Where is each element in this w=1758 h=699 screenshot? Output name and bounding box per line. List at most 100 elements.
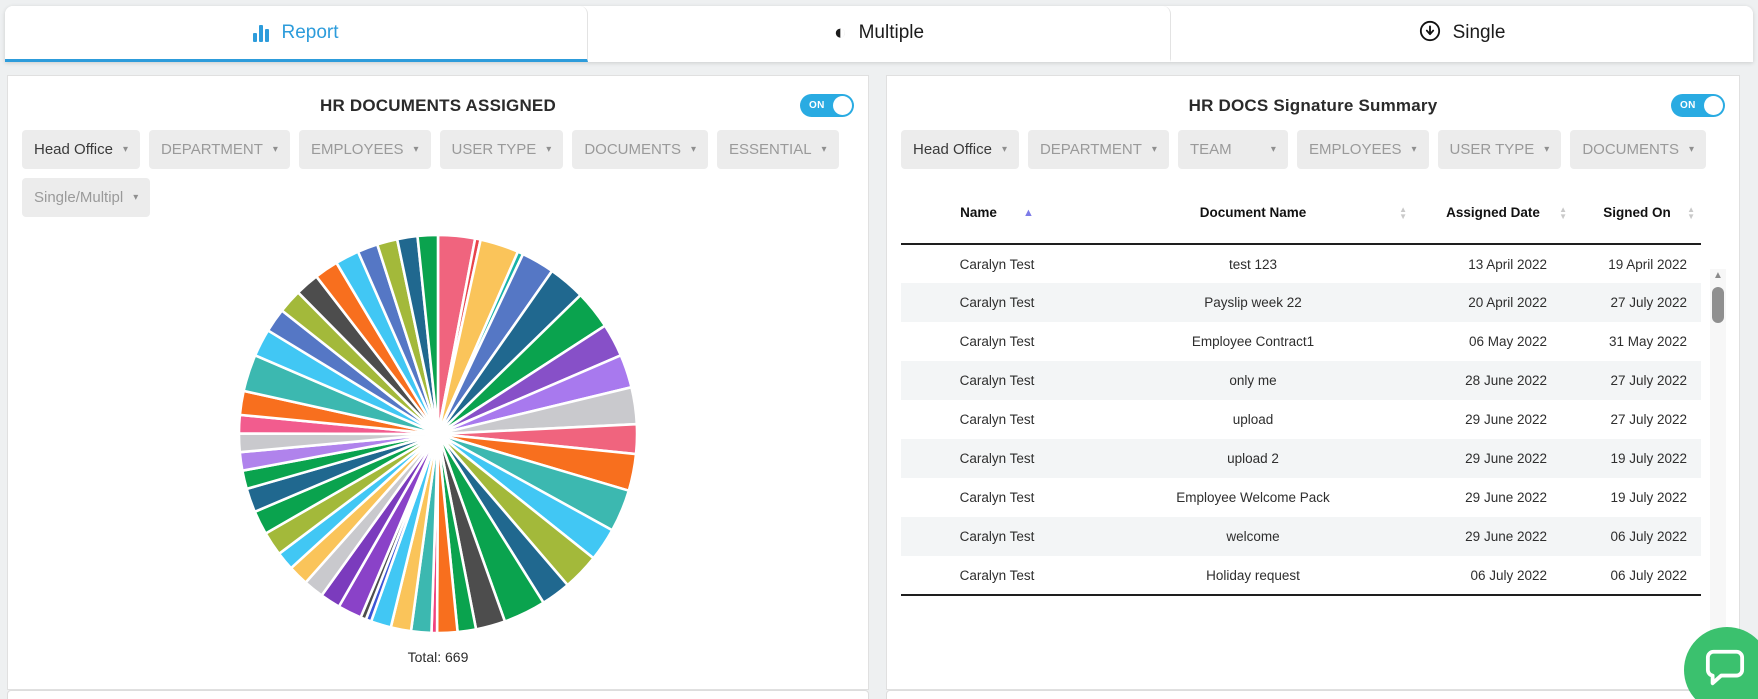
chevron-down-icon: ▾ bbox=[821, 144, 827, 155]
hr-documents-assigned-panel: HR DOCUMENTS ASSIGNED ON Head Office ▾ DEP… bbox=[7, 75, 869, 690]
signature-table: Name ▲ Document Name ▲ ▼ Assigned Date ▲ ▼ bbox=[901, 183, 1701, 596]
cell-document: upload bbox=[1232, 412, 1274, 427]
filter-dropdown-user-type[interactable]: USER TYPE ▾ bbox=[1437, 130, 1562, 169]
cell-name: Caralyn Test bbox=[959, 529, 1035, 544]
chat-bubble-icon bbox=[1705, 649, 1745, 686]
table-row: Caralyn Test only me 28 June 2022 27 July 2… bbox=[901, 361, 1701, 400]
chevron-down-icon: ▾ bbox=[1688, 144, 1695, 155]
table-row: Caralyn Test Holiday request 06 July 2022 0… bbox=[901, 556, 1701, 596]
tab-multiple[interactable]: ◐ Multiple bbox=[588, 6, 1171, 62]
tab-multiple-label: Multiple bbox=[858, 21, 925, 43]
cell-signed: 27 July 2022 bbox=[1610, 295, 1687, 310]
column-header-name[interactable]: Name ▲ bbox=[901, 183, 1093, 245]
cell-assigned: 29 June 2022 bbox=[1465, 412, 1547, 427]
column-header-document-name[interactable]: Document Name ▲ ▼ bbox=[1093, 183, 1413, 245]
sort-toggle-icon[interactable]: ▲ ▼ bbox=[1687, 206, 1695, 221]
cell-name: Caralyn Test bbox=[959, 412, 1035, 427]
chevron-down-icon: ▾ bbox=[413, 144, 419, 155]
filter-label: DEPARTMENT bbox=[1039, 141, 1142, 158]
cell-assigned: 13 April 2022 bbox=[1468, 256, 1547, 272]
filter-dropdown-essential[interactable]: ESSENTIAL ▾ bbox=[717, 130, 839, 169]
panels-row: HR DOCUMENTS ASSIGNED ON Head Office ▾ DEP… bbox=[0, 75, 1758, 690]
left-toggle-on-label: ON bbox=[809, 100, 825, 111]
chevron-down-icon: ▾ bbox=[122, 144, 128, 155]
chevron-down-icon: ▾ bbox=[133, 192, 139, 203]
sort-ascending-icon[interactable]: ▲ bbox=[1023, 205, 1034, 222]
tab-single[interactable]: Single bbox=[1171, 6, 1753, 62]
filter-dropdown-employees[interactable]: EMPLOYEES ▾ bbox=[298, 130, 431, 169]
filter-dropdown-department[interactable]: DEPARTMENT ▾ bbox=[148, 130, 290, 169]
cell-signed: 19 April 2022 bbox=[1608, 256, 1687, 272]
filter-dropdown-department[interactable]: DEPARTMENT ▾ bbox=[1027, 130, 1169, 169]
filter-label: DOCUMENTS bbox=[1582, 141, 1679, 158]
column-label-document-name: Document Name bbox=[1199, 204, 1307, 220]
left-panel-title: HR DOCUMENTS ASSIGNED bbox=[320, 96, 556, 115]
chevron-down-icon: ▾ bbox=[1151, 144, 1157, 155]
cell-signed: 27 July 2022 bbox=[1610, 412, 1687, 427]
chevron-down-icon: ▾ bbox=[1001, 144, 1007, 155]
cell-signed: 19 July 2022 bbox=[1610, 451, 1687, 466]
filter-dropdown-head-office[interactable]: Head Office ▾ bbox=[22, 130, 140, 169]
cell-assigned: 29 June 2022 bbox=[1465, 451, 1547, 466]
hr-documents-pie-chart bbox=[237, 233, 639, 635]
next-card-left-edge bbox=[7, 690, 869, 699]
cell-document: Employee Contract1 bbox=[1191, 334, 1315, 349]
cell-signed: 31 May 2022 bbox=[1608, 334, 1687, 349]
cell-document: Holiday request bbox=[1093, 556, 1413, 596]
filter-label: USER TYPE bbox=[451, 141, 537, 158]
tab-report[interactable]: Report bbox=[5, 6, 588, 62]
cell-document: only me bbox=[1229, 373, 1277, 388]
table-row: Caralyn Test Payslip week 22 20 April 2022… bbox=[901, 283, 1701, 322]
filter-label: TEAM bbox=[1189, 141, 1232, 158]
cell-assigned: 29 June 2022 bbox=[1465, 529, 1547, 544]
filter-dropdown-documents[interactable]: DOCUMENTS ▾ bbox=[572, 130, 709, 169]
cell-name: Caralyn Test bbox=[959, 451, 1035, 466]
next-card-right-edge bbox=[886, 690, 1740, 699]
left-panel-toggle[interactable]: ON bbox=[800, 94, 854, 117]
pie-chart-wrap bbox=[8, 225, 868, 643]
table-row: Caralyn Test welcome 29 June 2022 06 July 2… bbox=[901, 517, 1701, 556]
sort-toggle-icon[interactable]: ▲ ▼ bbox=[1559, 206, 1567, 221]
table-scrollbar[interactable]: ▲ ▼ bbox=[1710, 269, 1726, 661]
column-header-signed-on[interactable]: Signed On ▲ ▼ bbox=[1573, 183, 1701, 245]
filter-dropdown-user-type[interactable]: USER TYPE ▾ bbox=[439, 130, 564, 169]
cell-signed: 06 July 2022 bbox=[1573, 556, 1701, 596]
scroll-up-arrow-icon[interactable]: ▲ bbox=[1710, 269, 1726, 283]
right-toggle-knob bbox=[1704, 96, 1723, 115]
cell-signed: 27 July 2022 bbox=[1610, 373, 1687, 388]
sort-toggle-icon[interactable]: ▲ ▼ bbox=[1399, 206, 1407, 221]
chevron-down-icon: ▾ bbox=[1411, 144, 1417, 155]
filter-dropdown-head-office[interactable]: Head Office ▾ bbox=[901, 130, 1019, 169]
left-panel-filters: Head Office ▾ DEPARTMENT ▾ EMPLOYEES ▾ USER TY… bbox=[8, 122, 868, 217]
cell-name: Caralyn Test bbox=[959, 295, 1035, 310]
hr-docs-signature-summary-panel: HR DOCS Signature Summary ON Head Office… bbox=[886, 75, 1740, 690]
filter-dropdown-documents[interactable]: DOCUMENTS ▾ bbox=[1570, 130, 1707, 169]
right-toggle-on-label: ON bbox=[1680, 100, 1696, 111]
left-panel-header: HR DOCUMENTS ASSIGNED ON bbox=[8, 76, 868, 122]
filter-label: Head Office bbox=[34, 141, 113, 158]
table-row: Caralyn Test test 123 13 April 2022 19 Apri… bbox=[901, 244, 1701, 283]
column-header-assigned-date[interactable]: Assigned Date ▲ ▼ bbox=[1413, 183, 1573, 245]
filter-label: Head Office bbox=[913, 141, 992, 158]
column-label-assigned-date: Assigned Date bbox=[1446, 204, 1540, 220]
cell-assigned: 29 June 2022 bbox=[1465, 490, 1547, 505]
cell-signed: 19 July 2022 bbox=[1610, 490, 1687, 505]
cell-document: Employee Welcome Pack bbox=[1176, 490, 1330, 505]
filter-dropdown-team[interactable]: TEAM ▾ bbox=[1177, 130, 1288, 169]
scrollbar-thumb[interactable] bbox=[1712, 287, 1724, 323]
cell-signed: 06 July 2022 bbox=[1610, 529, 1687, 544]
cell-name: Caralyn Test bbox=[959, 490, 1035, 505]
cell-assigned: 20 April 2022 bbox=[1468, 295, 1547, 310]
cell-name: Caralyn Test bbox=[959, 256, 1035, 272]
filter-label: USER TYPE bbox=[1449, 141, 1535, 158]
bar-chart-icon bbox=[253, 24, 270, 42]
filter-label: DOCUMENTS bbox=[584, 141, 681, 158]
filter-dropdown-single-multipl[interactable]: Single/Multipl ▾ bbox=[22, 178, 151, 217]
half-circle-icon: ◐ bbox=[833, 21, 847, 44]
filter-dropdown-employees[interactable]: EMPLOYEES ▾ bbox=[1296, 130, 1429, 169]
tab-single-label: Single bbox=[1452, 21, 1506, 43]
left-toggle-knob bbox=[833, 96, 852, 115]
right-panel-toggle[interactable]: ON bbox=[1671, 94, 1725, 117]
circle-down-arrow-icon bbox=[1419, 20, 1441, 46]
chevron-down-icon: ▾ bbox=[272, 144, 278, 155]
